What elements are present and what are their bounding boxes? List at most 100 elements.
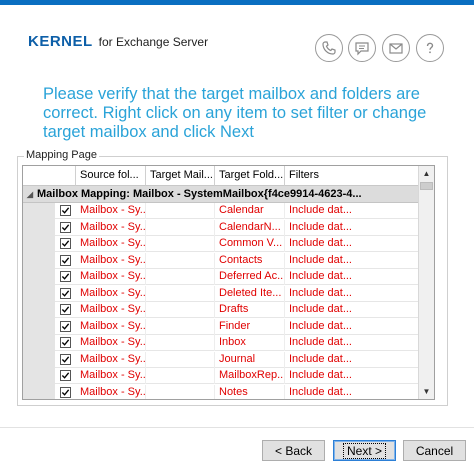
row-checkbox[interactable]: [60, 238, 71, 249]
source-folder-cell: Mailbox - Sy...: [76, 203, 146, 219]
source-folder-cell: Mailbox - Sy...: [76, 285, 146, 302]
filters-cell: Include dat...: [285, 285, 420, 302]
row-checkbox[interactable]: [60, 271, 71, 282]
cancel-button[interactable]: Cancel: [403, 440, 466, 461]
help-icon[interactable]: [416, 34, 444, 62]
target-folder-cell: Calendar: [215, 203, 285, 219]
row-checkbox[interactable]: [60, 370, 71, 381]
row-checkbox[interactable]: [60, 386, 71, 398]
table-row[interactable]: Mailbox - Sy... Drafts Include dat...: [55, 302, 420, 318]
filters-cell: Include dat...: [285, 335, 420, 351]
row-checkbox[interactable]: [60, 205, 71, 216]
mailbox-group-label: Mailbox Mapping: Mailbox - SystemMailbox…: [37, 188, 362, 200]
filters-cell: Include dat...: [285, 219, 420, 236]
target-folder-cell: Drafts: [215, 302, 285, 318]
target-mailbox-cell: [146, 351, 215, 368]
filters-cell: Include dat...: [285, 269, 420, 285]
target-folder-cell: Deferred Ac...: [215, 269, 285, 285]
source-folder-cell: Mailbox - Sy...: [76, 269, 146, 285]
back-button-label: < Back: [274, 443, 313, 458]
target-folder-cell: Deleted Ite...: [215, 285, 285, 302]
next-button-label: Next >: [342, 442, 386, 459]
table-row[interactable]: Mailbox - Sy... Contacts Include dat...: [55, 252, 420, 269]
column-header-target-mailbox[interactable]: Target Mail...: [146, 166, 215, 186]
target-mailbox-cell: [146, 285, 215, 302]
mapping-grid[interactable]: Source fol... Target Mail... Target Fold…: [22, 165, 435, 400]
footer-divider: [0, 427, 474, 428]
phone-icon[interactable]: [315, 34, 343, 62]
mail-icon[interactable]: [382, 34, 410, 62]
collapse-triangle-icon[interactable]: ◢: [23, 187, 37, 202]
table-row[interactable]: Mailbox - Sy... Common V... Include dat...: [55, 236, 420, 252]
target-folder-cell: Inbox: [215, 335, 285, 351]
target-mailbox-cell: [146, 302, 215, 318]
source-folder-cell: Mailbox - Sy...: [76, 219, 146, 236]
scroll-thumb[interactable]: [420, 182, 433, 190]
column-header-filters[interactable]: Filters: [285, 166, 420, 186]
row-checkbox[interactable]: [60, 320, 71, 332]
app-logo: KERNEL for Exchange Server: [28, 33, 208, 50]
next-button[interactable]: Next >: [333, 440, 396, 461]
source-folder-cell: Mailbox - Sy...: [76, 236, 146, 252]
table-row[interactable]: Mailbox - Sy... Journal Include dat...: [55, 351, 420, 368]
column-header-source-folder[interactable]: Source fol...: [76, 166, 146, 186]
column-header-corner: [23, 166, 76, 186]
source-folder-cell: Mailbox - Sy...: [76, 384, 146, 399]
cancel-button-label: Cancel: [415, 443, 454, 458]
column-header-target-folder[interactable]: Target Fold...: [215, 166, 285, 186]
filters-cell: Include dat...: [285, 384, 420, 399]
filters-cell: Include dat...: [285, 302, 420, 318]
target-mailbox-cell: [146, 335, 215, 351]
table-row[interactable]: Mailbox - Sy... Notes Include dat...: [55, 384, 420, 399]
vertical-scrollbar[interactable]: ▲ ▼: [418, 166, 434, 399]
target-mailbox-cell: [146, 236, 215, 252]
back-button[interactable]: < Back: [262, 440, 325, 461]
source-folder-cell: Mailbox - Sy...: [76, 351, 146, 368]
instruction-text: Please verify that the target mailbox an…: [43, 85, 427, 141]
table-row[interactable]: Mailbox - Sy... Inbox Include dat...: [55, 335, 420, 351]
target-folder-cell: Contacts: [215, 252, 285, 269]
target-folder-cell: Notes: [215, 384, 285, 399]
target-mailbox-cell: [146, 318, 215, 335]
filters-cell: Include dat...: [285, 368, 420, 384]
source-folder-cell: Mailbox - Sy...: [76, 252, 146, 269]
target-mailbox-cell: [146, 219, 215, 236]
source-folder-cell: Mailbox - Sy...: [76, 318, 146, 335]
table-row[interactable]: Mailbox - Sy... Calendar Include dat...: [55, 203, 420, 219]
table-row[interactable]: Mailbox - Sy... Deferred Ac... Include dat…: [55, 269, 420, 285]
target-mailbox-cell: [146, 368, 215, 384]
scroll-up-button[interactable]: ▲: [420, 166, 433, 181]
source-folder-cell: Mailbox - Sy...: [76, 335, 146, 351]
row-checkbox[interactable]: [60, 353, 71, 365]
source-folder-cell: Mailbox - Sy...: [76, 368, 146, 384]
mailbox-group-row[interactable]: ◢ Mailbox Mapping: Mailbox - SystemMailbo…: [23, 186, 420, 203]
table-row[interactable]: Mailbox - Sy... CalendarN... Include dat..…: [55, 219, 420, 236]
filters-cell: Include dat...: [285, 203, 420, 219]
title-accent-bar: [0, 0, 474, 5]
chat-icon[interactable]: [348, 34, 376, 62]
target-folder-cell: Finder: [215, 318, 285, 335]
target-mailbox-cell: [146, 269, 215, 285]
target-mailbox-cell: [146, 384, 215, 399]
filters-cell: Include dat...: [285, 351, 420, 368]
row-checkbox[interactable]: [60, 221, 71, 233]
row-checkbox[interactable]: [60, 254, 71, 266]
table-row[interactable]: Mailbox - Sy... Deleted Ite... Include dat…: [55, 285, 420, 302]
table-row[interactable]: Mailbox - Sy... Finder Include dat...: [55, 318, 420, 335]
target-folder-cell: Common V...: [215, 236, 285, 252]
scroll-down-button[interactable]: ▼: [420, 384, 433, 399]
product-name: for Exchange Server: [98, 35, 209, 49]
row-checkbox[interactable]: [60, 337, 71, 348]
table-row[interactable]: Mailbox - Sy... MailboxRep... Include dat.…: [55, 368, 420, 384]
row-gutter: [23, 203, 55, 399]
target-folder-cell: CalendarN...: [215, 219, 285, 236]
target-folder-cell: Journal: [215, 351, 285, 368]
row-checkbox[interactable]: [60, 287, 71, 299]
target-folder-cell: MailboxRep...: [215, 368, 285, 384]
brand-name: KERNEL: [28, 33, 93, 50]
filters-cell: Include dat...: [285, 318, 420, 335]
target-mailbox-cell: [146, 203, 215, 219]
row-checkbox[interactable]: [60, 304, 71, 315]
source-folder-cell: Mailbox - Sy...: [76, 302, 146, 318]
filters-cell: Include dat...: [285, 252, 420, 269]
